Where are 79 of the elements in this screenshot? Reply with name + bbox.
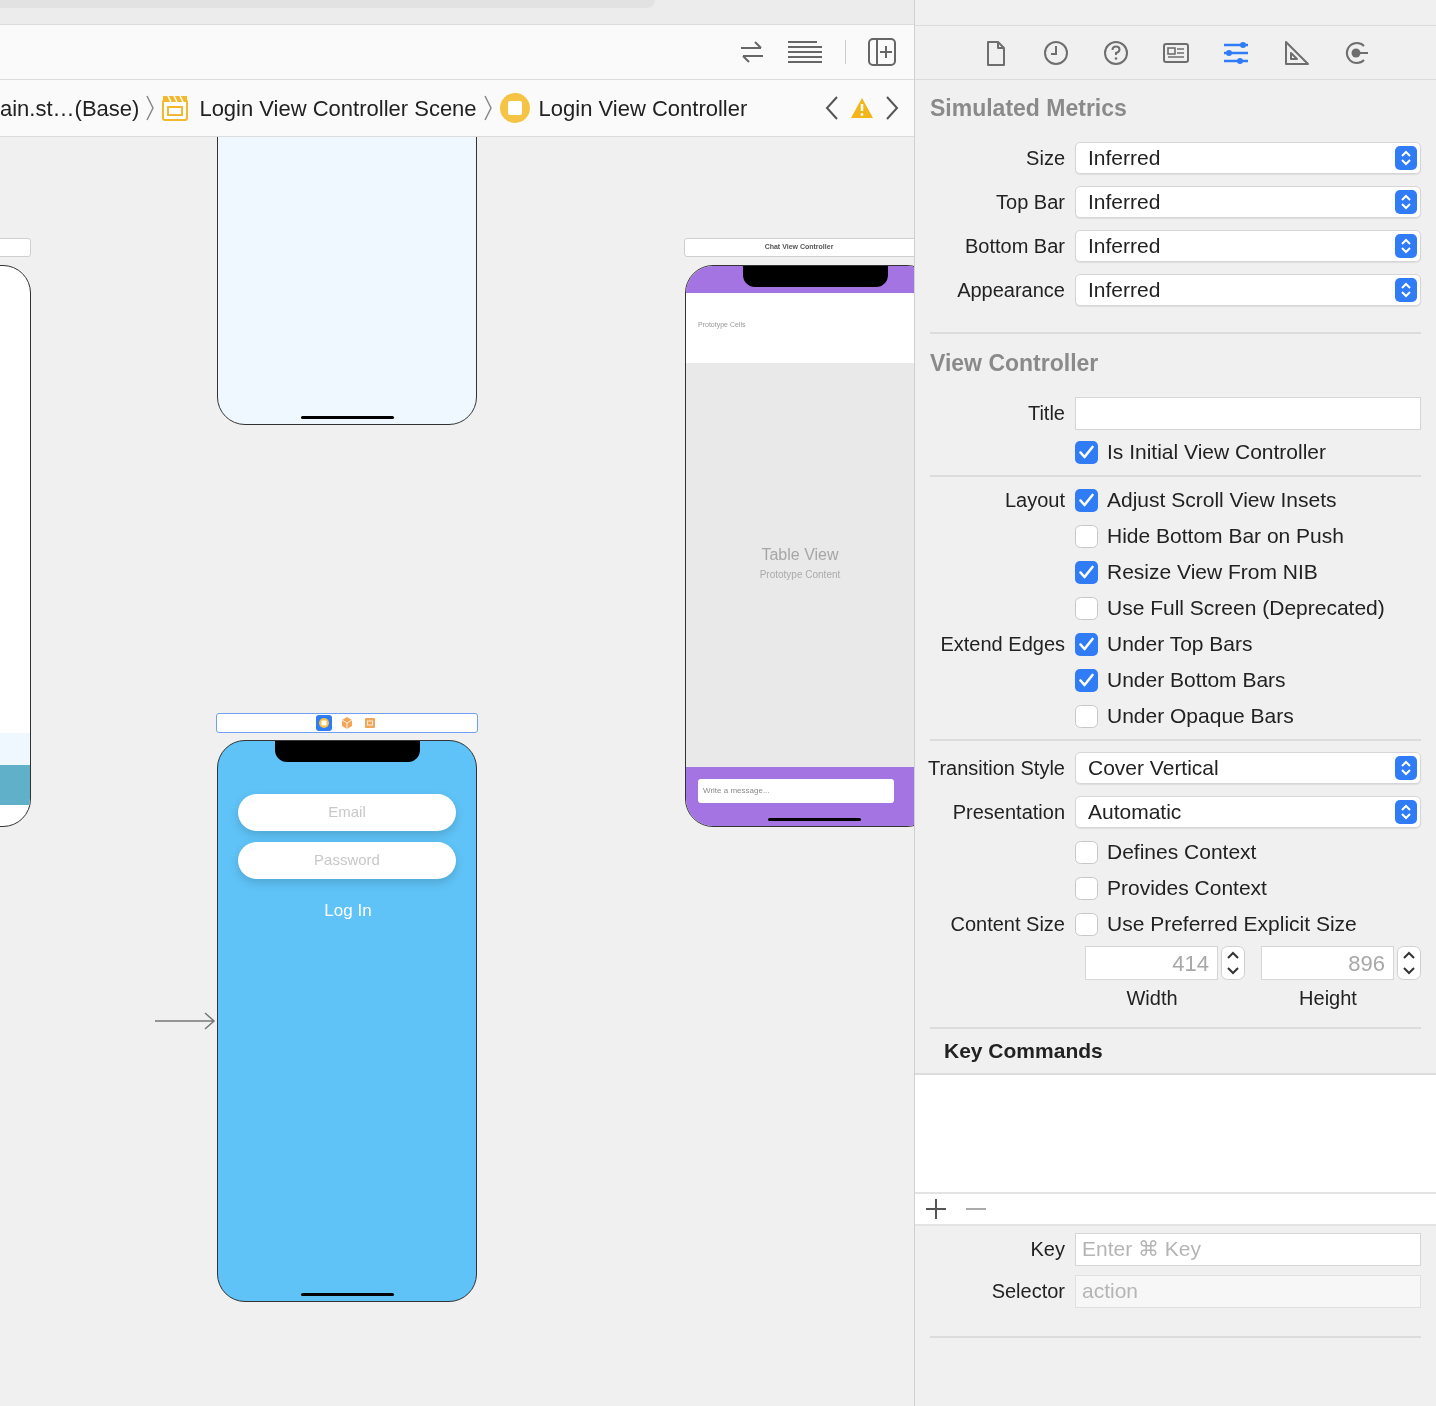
popup-button[interactable]: Automatic xyxy=(1075,796,1421,828)
lines-icon[interactable] xyxy=(787,40,823,64)
field-caption: Width xyxy=(1126,986,1179,1011)
stepper[interactable] xyxy=(1397,946,1421,980)
message-field[interactable]: Write a message... xyxy=(698,779,894,803)
checkbox[interactable] xyxy=(1075,440,1098,464)
title-field[interactable] xyxy=(1075,396,1421,430)
stepper[interactable] xyxy=(1221,946,1245,980)
breadcrumb-item[interactable]: Login View Controller xyxy=(538,91,748,125)
add-icon[interactable] xyxy=(925,1198,947,1220)
view-controller-icon[interactable] xyxy=(316,715,332,731)
field-label: Content Size xyxy=(950,913,1065,935)
stepper-arrows-icon xyxy=(1395,756,1417,780)
checkbox[interactable] xyxy=(1075,488,1098,512)
cube-icon[interactable] xyxy=(339,715,355,731)
checkbox-label: Is Initial View Controller xyxy=(1107,439,1327,466)
table-view-title: Table View xyxy=(761,546,839,564)
clock-icon[interactable] xyxy=(1041,38,1070,67)
chevron-separator-icon xyxy=(145,94,156,122)
clapperboard-icon xyxy=(161,94,190,122)
field-label: Title xyxy=(1027,402,1065,424)
help-icon[interactable] xyxy=(1101,38,1130,67)
scene-title-bar xyxy=(0,238,31,257)
popup-button[interactable]: Inferred xyxy=(1075,274,1421,306)
popup-button[interactable]: Inferred xyxy=(1075,230,1421,262)
field-label: Bottom Bar xyxy=(964,235,1065,257)
stepper-arrows-icon xyxy=(1395,146,1417,170)
field-label: Transition Style xyxy=(927,757,1065,779)
checkbox[interactable] xyxy=(1075,524,1098,548)
checkbox-label: Resize View From NIB xyxy=(1107,559,1318,586)
breadcrumb-item[interactable]: Login View Controller Scene xyxy=(199,91,477,125)
field-label: Selector xyxy=(991,1280,1065,1302)
checkbox-label: Hide Bottom Bar on Push xyxy=(1107,523,1344,550)
forward-chevron-icon[interactable] xyxy=(884,95,900,121)
popup-button[interactable]: Inferred xyxy=(1075,186,1421,218)
checkbox-label: Use Full Screen (Deprecated) xyxy=(1107,595,1385,622)
checkbox-label: Adjust Scroll View Insets xyxy=(1107,487,1337,514)
checkbox-label: Under Opaque Bars xyxy=(1107,703,1294,730)
stepper-arrows-icon xyxy=(1395,190,1417,214)
stepper-arrows-icon xyxy=(1395,234,1417,258)
back-chevron-icon[interactable] xyxy=(824,95,840,121)
checkbox[interactable] xyxy=(1075,632,1098,656)
field-label: Layout xyxy=(1004,489,1065,511)
checkbox[interactable] xyxy=(1075,912,1098,936)
checkbox-label: Defines Context xyxy=(1107,839,1257,866)
field-label: Size xyxy=(1026,147,1065,169)
breadcrumb-item[interactable]: ain.st…(Base) xyxy=(0,91,140,125)
add-editor-icon[interactable] xyxy=(868,38,896,66)
field-label: Extend Edges xyxy=(940,633,1065,655)
checkbox-label: Use Preferred Explicit Size xyxy=(1107,911,1357,938)
selector-field[interactable]: action xyxy=(1075,1274,1421,1308)
stepper-arrows-icon xyxy=(1395,800,1417,824)
checkbox-label: Under Top Bars xyxy=(1107,631,1253,658)
stepper-arrows-icon xyxy=(1395,278,1417,302)
popup-button[interactable]: Cover Vertical xyxy=(1075,752,1421,784)
section-title: Key Commands xyxy=(944,1038,1103,1065)
entry-point-arrow xyxy=(155,1010,216,1032)
field-label: Top Bar xyxy=(996,191,1065,213)
checkbox[interactable] xyxy=(1075,840,1098,864)
checkbox[interactable] xyxy=(1075,596,1098,620)
swap-arrows-icon[interactable] xyxy=(739,40,765,64)
popup-button[interactable]: Inferred xyxy=(1075,142,1421,174)
table-view-subtitle: Prototype Content xyxy=(759,568,841,582)
checkbox-label: Provides Context xyxy=(1107,875,1267,902)
checkbox-label: Under Bottom Bars xyxy=(1107,667,1286,694)
checkbox[interactable] xyxy=(1075,560,1098,584)
checkbox[interactable] xyxy=(1075,704,1098,728)
field-label: Appearance xyxy=(957,279,1065,301)
checkbox[interactable] xyxy=(1075,876,1098,900)
field-caption: Height xyxy=(1299,986,1358,1011)
view-controller-icon xyxy=(498,92,531,124)
chevron-separator-icon xyxy=(482,94,493,122)
field-label: Presentation xyxy=(952,801,1065,823)
section-title: View Controller xyxy=(930,348,1099,378)
checkbox[interactable] xyxy=(1075,668,1098,692)
key-field[interactable]: Enter ⌘ Key xyxy=(1075,1232,1421,1266)
field-label: Key xyxy=(1030,1238,1065,1260)
section-title: Simulated Metrics xyxy=(930,93,1127,123)
exit-icon[interactable] xyxy=(362,715,378,731)
